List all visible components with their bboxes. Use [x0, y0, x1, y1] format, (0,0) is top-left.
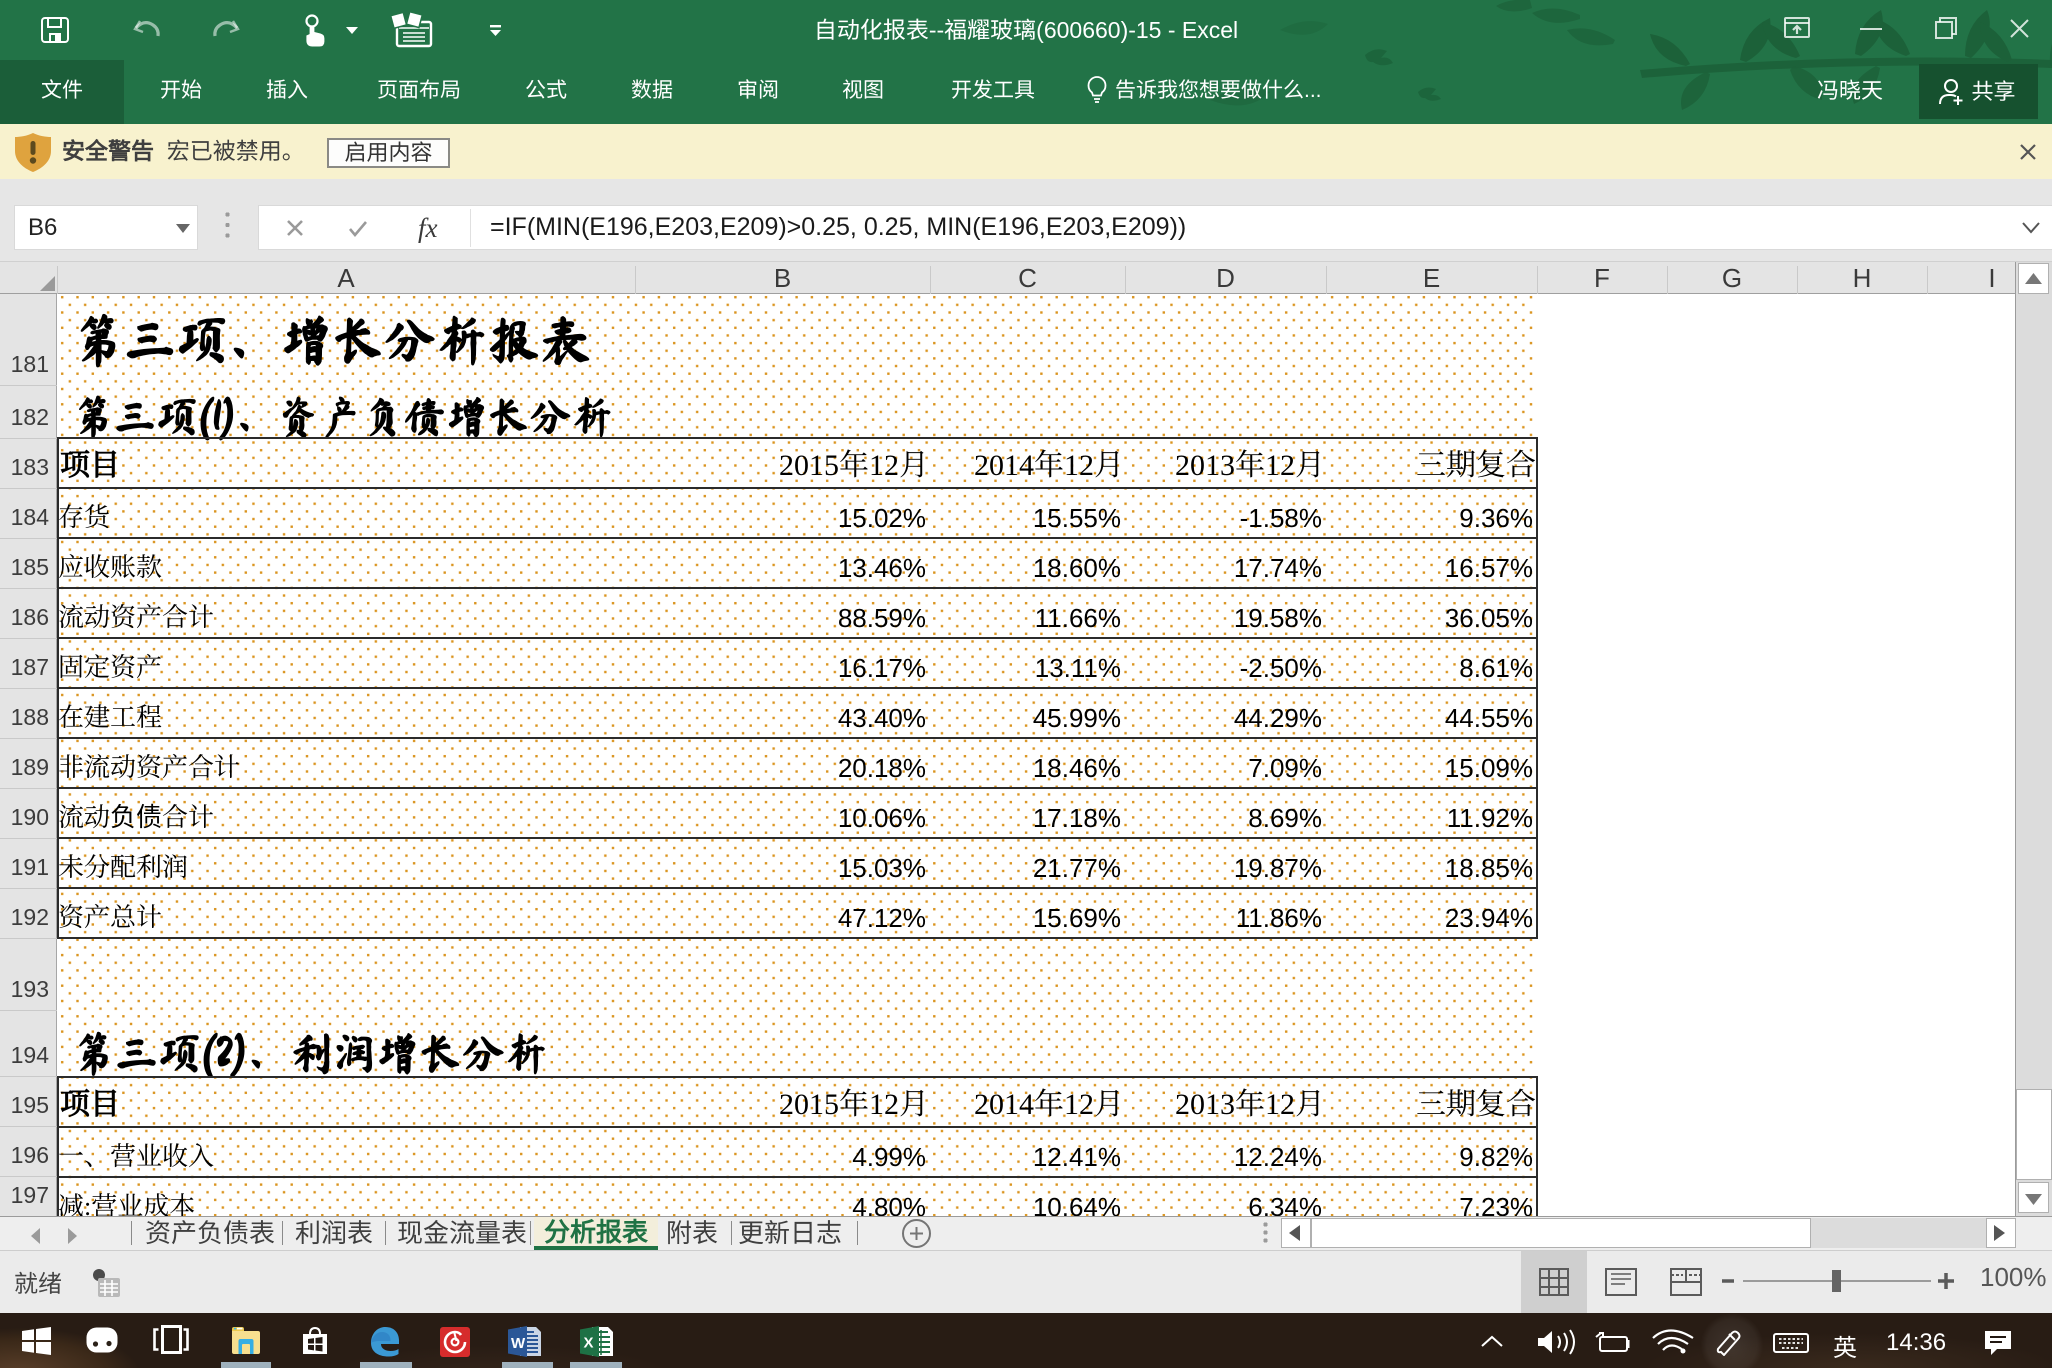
svg-text:X: X [584, 1335, 594, 1352]
svg-text:W: W [511, 1335, 526, 1352]
svg-text:fx: fx [418, 213, 438, 243]
